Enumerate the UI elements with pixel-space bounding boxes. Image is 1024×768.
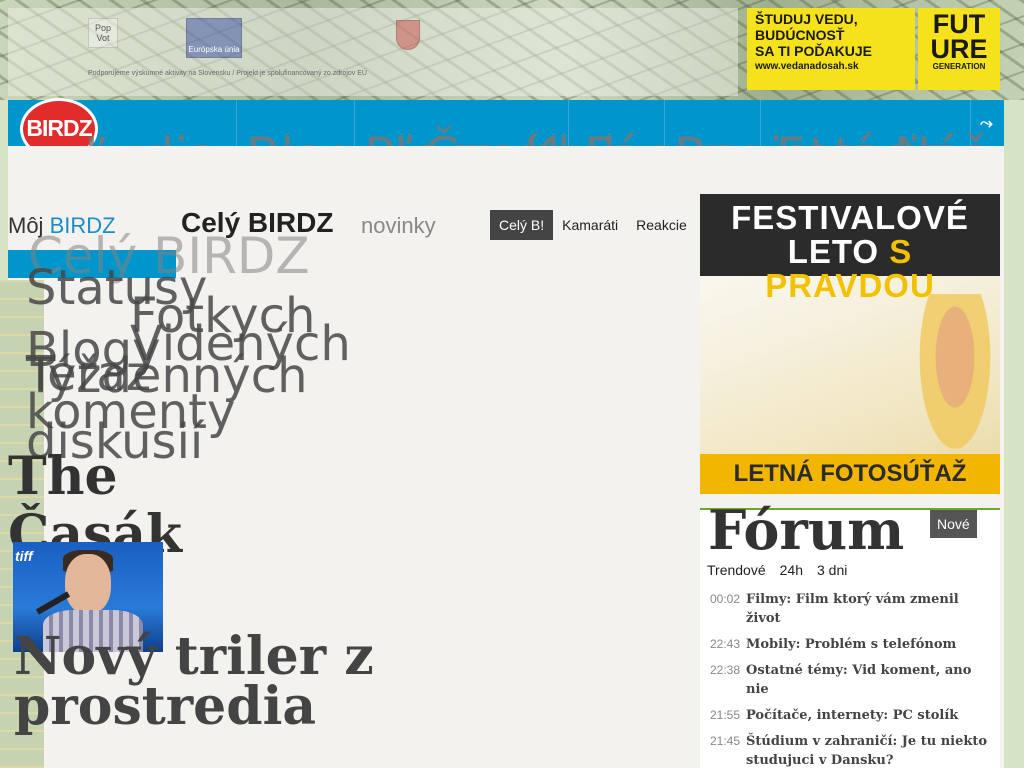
forum-topic[interactable]: Mobily: Problém s telefónom: [746, 635, 956, 654]
forum-time: 21:55: [710, 708, 741, 722]
future-line: URE: [930, 34, 988, 64]
ad-festivalove-leto[interactable]: FESTIVALOVÉ LETO S PRAVDOU LETNÁ FOTOSÚŤ…: [700, 194, 1000, 494]
ad-line: ŠTUDUJ VEDU,: [755, 11, 858, 27]
forum-time: 22:43: [710, 637, 741, 651]
forum-new-button[interactable]: Nové: [930, 510, 977, 538]
forum-time: 00:02: [710, 592, 741, 606]
forum-item[interactable]: 21:55 Počítače, internety: PC stolík: [710, 706, 996, 725]
forum-tab-trendove[interactable]: Trendové: [707, 562, 766, 578]
ad-fest-line1: FESTIVALOVÉ: [731, 199, 969, 236]
thumb-logo-text: tiff: [15, 548, 33, 564]
ad-future-generation[interactable]: FUT URE GENERATION: [918, 8, 1000, 90]
forum-list: 00:02 Filmy: Film ktorý vám zmenil život…: [710, 590, 996, 768]
forum-item[interactable]: 22:38 Ostatné témy: Vid koment, ano nie: [710, 661, 996, 699]
ad-line: BUDÚCNOSŤ: [755, 27, 845, 43]
ad-fest-leto: LETO: [787, 233, 880, 270]
page-subtitle: novinky: [361, 213, 436, 238]
ad-studuj-vedu[interactable]: ŠTUDUJ VEDU, BUDÚCNOSŤ SA TI POĎAKUJE ww…: [747, 8, 915, 90]
tab-reakcie[interactable]: Reakcie: [627, 210, 696, 240]
article-title[interactable]: Nový triler z prostredia: [14, 631, 374, 733]
forum-tabs: Trendové 24h 3 dni: [707, 562, 847, 578]
forum-item[interactable]: 21:45 Štúdium v zahraničí: Je tu niekto …: [710, 732, 996, 768]
forum-topic[interactable]: Ostatné témy: Vid koment, ano nie: [746, 661, 996, 699]
forum-title[interactable]: Fórum: [708, 498, 904, 562]
slovak-crest-logo[interactable]: [396, 20, 420, 50]
forum-time: 22:38: [710, 663, 741, 677]
forum-tab-3dni[interactable]: 3 dni: [817, 562, 847, 578]
tab-cely-b[interactable]: Celý B!: [490, 210, 554, 240]
ad-fest-footer: LETNÁ FOTOSÚŤAŽ: [700, 454, 1000, 494]
ad-fest-line2: LETO S PRAVDOU: [700, 235, 1000, 303]
thumb-face: [65, 554, 111, 614]
forum-time: 21:45: [710, 734, 741, 748]
sponsor-text: Podporujeme výskumné aktivity na Slovens…: [88, 70, 367, 77]
forum-item[interactable]: 00:02 Filmy: Film ktorý vám zmenil život: [710, 590, 996, 628]
forum-topic[interactable]: Počítače, internety: PC stolík: [746, 706, 958, 725]
ad-fest-photo: [910, 294, 1000, 474]
share-icon[interactable]: ⤳: [980, 115, 993, 133]
tab-kamarati[interactable]: Kamaráti: [553, 210, 627, 240]
forum-tab-24h[interactable]: 24h: [780, 562, 803, 578]
feed-tabs: Celý B! Kamaráti Reakcie: [490, 210, 696, 240]
forum-topic[interactable]: Štúdium v zahraničí: Je tu niekto studuj…: [746, 732, 996, 768]
eu-flag-logo[interactable]: Európska únia: [186, 18, 242, 58]
forum-topic[interactable]: Filmy: Film ktorý vám zmenil život: [746, 590, 996, 628]
ad-fest-head: FESTIVALOVÉ LETO S PRAVDOU: [700, 194, 1000, 303]
ad-url: www.vedanadosah.sk: [755, 61, 859, 72]
pop-vot-logo[interactable]: Pop Vot: [88, 18, 118, 48]
ad-line: SA TI POĎAKUJE: [755, 43, 872, 59]
forum-item[interactable]: 22:43 Mobily: Problém s telefónom: [710, 635, 996, 654]
